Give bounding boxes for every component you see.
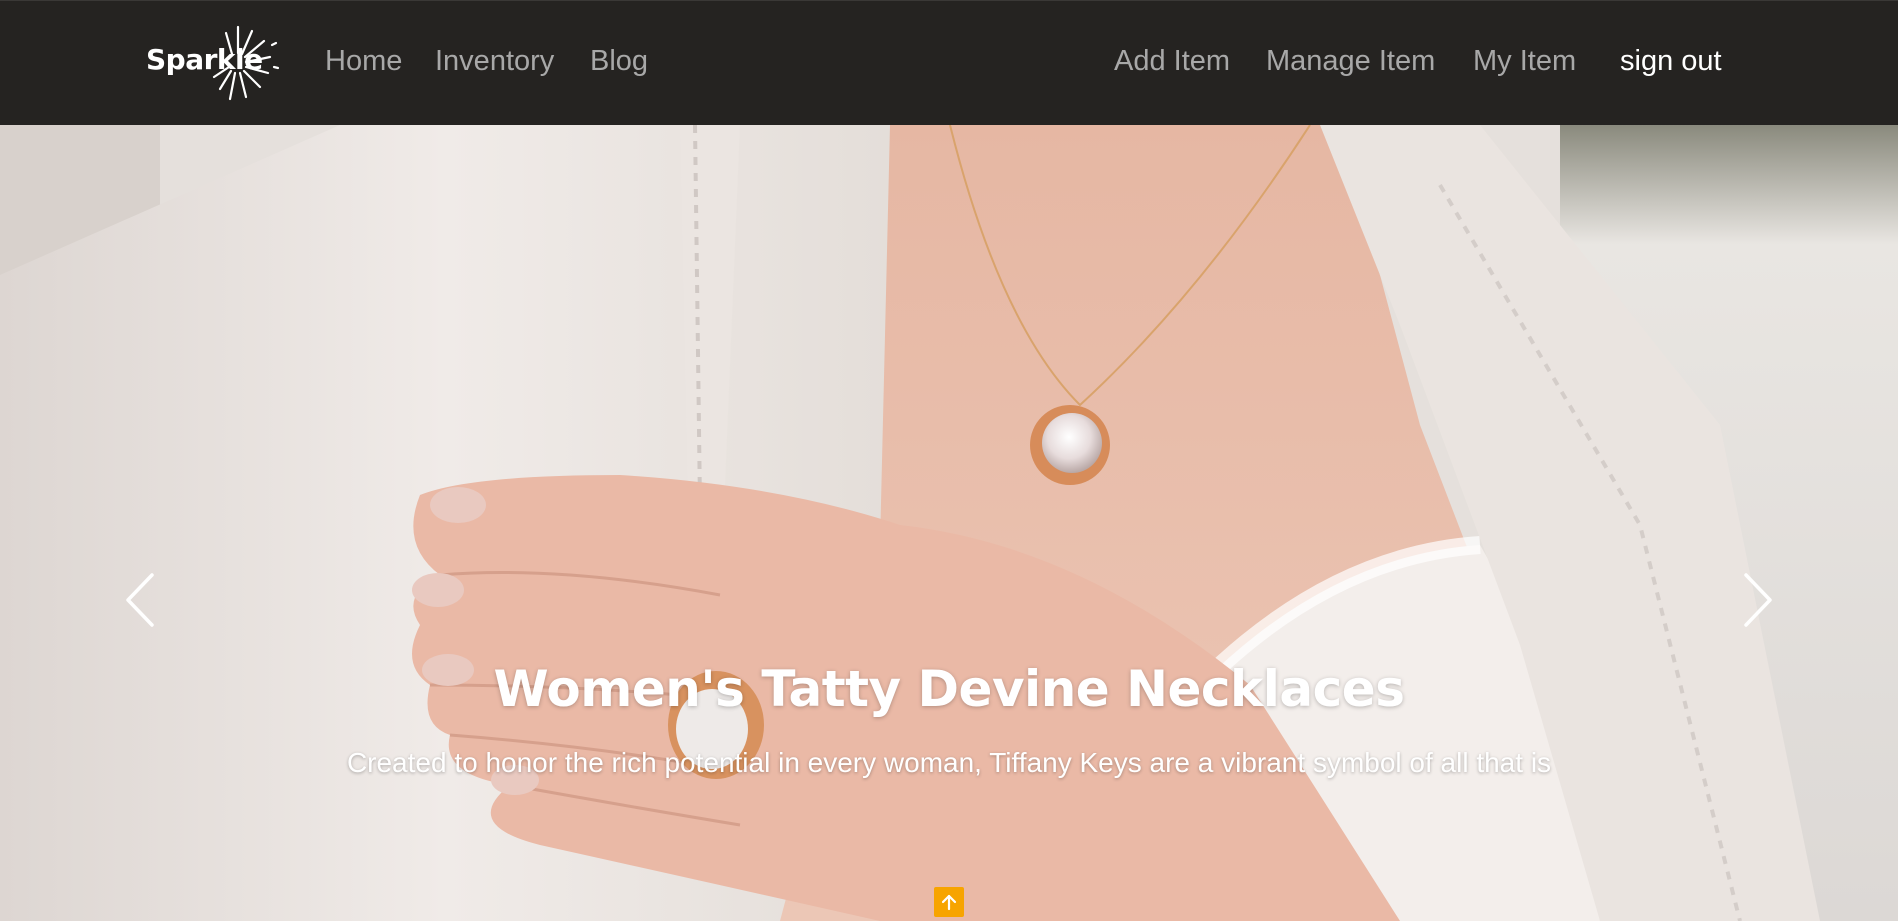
nav-inventory[interactable]: Inventory xyxy=(435,45,554,78)
chevron-right-icon xyxy=(1744,573,1772,627)
nav-home[interactable]: Home xyxy=(325,45,402,78)
hero-carousel xyxy=(0,125,1898,921)
hero-image xyxy=(0,125,1898,921)
navbar: Sparkle Home Inventory Blog Add Item Man… xyxy=(0,0,1898,125)
sign-out-link[interactable]: sign out xyxy=(1620,45,1722,78)
carousel-prev-button[interactable] xyxy=(112,560,172,640)
sparkle-burst-icon xyxy=(212,25,280,101)
brand-logo[interactable]: Sparkle xyxy=(146,23,286,103)
nav-blog[interactable]: Blog xyxy=(590,45,648,78)
arrow-up-icon xyxy=(941,894,957,911)
scroll-to-top-button[interactable] xyxy=(934,887,964,917)
nav-manage-item[interactable]: Manage Item xyxy=(1266,45,1435,78)
hero-title: Women's Tatty Devine Necklaces xyxy=(493,660,1405,718)
hero-description: Created to honor the rich potential in e… xyxy=(346,747,1552,778)
nav-my-item[interactable]: My Item xyxy=(1473,45,1576,78)
nav-add-item[interactable]: Add Item xyxy=(1114,45,1230,78)
chevron-left-icon xyxy=(126,573,154,627)
carousel-next-button[interactable] xyxy=(1726,560,1786,640)
